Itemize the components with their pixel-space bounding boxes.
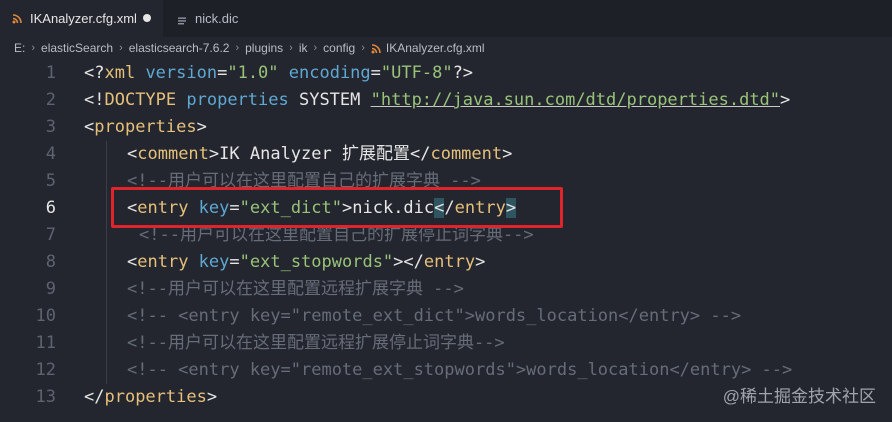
indent-guide: [106, 141, 107, 384]
code-line-10: <!-- <entry key="remote_ext_dict">words_…: [127, 306, 742, 326]
code-line-1: <?xml version="1.0" encoding="UTF-8"?>: [84, 63, 474, 83]
code-editor[interactable]: 1 2 3 4 5 6 7 8 9 10 11 12 13 <?xml vers…: [0, 60, 892, 422]
chevron-right-icon: ›: [361, 42, 365, 54]
tab-label: IKAnalyzer.cfg.xml: [30, 11, 137, 26]
chevron-right-icon: ›: [289, 42, 293, 54]
code-area[interactable]: <?xml version="1.0" encoding="UTF-8"?> <…: [84, 60, 892, 422]
tab-label: nick.dic: [195, 11, 239, 26]
rss-icon: [371, 43, 381, 54]
code-line-13: </properties>: [84, 387, 218, 407]
line-number-gutter: 1 2 3 4 5 6 7 8 9 10 11 12 13: [0, 60, 70, 422]
tab-ikanalyzer-cfg[interactable]: IKAnalyzer.cfg.xml: [0, 0, 163, 37]
breadcrumb-item[interactable]: elasticSearch: [41, 41, 113, 55]
breadcrumb-item[interactable]: elasticsearch-7.6.2: [129, 41, 230, 55]
breadcrumb-item[interactable]: E:: [14, 41, 25, 55]
chevron-right-icon: ›: [31, 42, 36, 54]
code-line-9: <!--用户可以在这里配置远程扩展字典 -->: [127, 279, 464, 299]
tab-bar: IKAnalyzer.cfg.xml nick.dic: [0, 0, 892, 37]
highlight-box: [111, 187, 563, 228]
line-number: 11: [35, 333, 56, 353]
code-line-2: <!DOCTYPE properties SYSTEM "http://java…: [84, 90, 791, 110]
line-number: 12: [35, 360, 56, 380]
breadcrumb-item[interactable]: plugins: [245, 41, 283, 55]
code-line-8: <entry key="ext_stopwords"></entry>: [127, 252, 486, 272]
tab-nick-dic[interactable]: nick.dic: [163, 0, 263, 37]
line-number: 5: [45, 171, 56, 191]
code-line-11: <!--用户可以在这里配置远程扩展停止词字典-->: [127, 333, 505, 353]
chevron-right-icon: ›: [313, 42, 318, 54]
file-icon: [177, 14, 187, 24]
breadcrumb-item[interactable]: config: [323, 41, 355, 55]
line-number: 3: [45, 117, 56, 137]
line-number: 9: [45, 279, 56, 299]
code-line-12: <!-- <entry key="remote_ext_stopwords">w…: [127, 360, 793, 380]
line-number: 7: [45, 225, 56, 245]
chevron-right-icon: ›: [235, 42, 240, 54]
unsaved-dot-icon[interactable]: [143, 14, 151, 22]
rss-icon: [12, 13, 22, 24]
code-line-3: <properties>: [84, 117, 207, 137]
line-number: 8: [45, 252, 56, 272]
breadcrumb-item[interactable]: ik: [299, 41, 308, 55]
code-line-4: <comment>IK Analyzer 扩展配置</comment>: [127, 144, 513, 164]
line-number-active: 6: [45, 198, 56, 218]
line-number: 4: [45, 144, 56, 164]
line-number: 2: [45, 90, 56, 110]
line-number: 13: [35, 387, 56, 407]
line-number: 10: [35, 306, 56, 326]
chevron-right-icon: ›: [119, 42, 123, 54]
breadcrumb: E: › elasticSearch › elasticsearch-7.6.2…: [0, 37, 892, 59]
line-number: 1: [45, 63, 56, 83]
breadcrumb-item[interactable]: IKAnalyzer.cfg.xml: [386, 41, 485, 55]
watermark: @稀土掘金技术社区: [722, 387, 876, 406]
